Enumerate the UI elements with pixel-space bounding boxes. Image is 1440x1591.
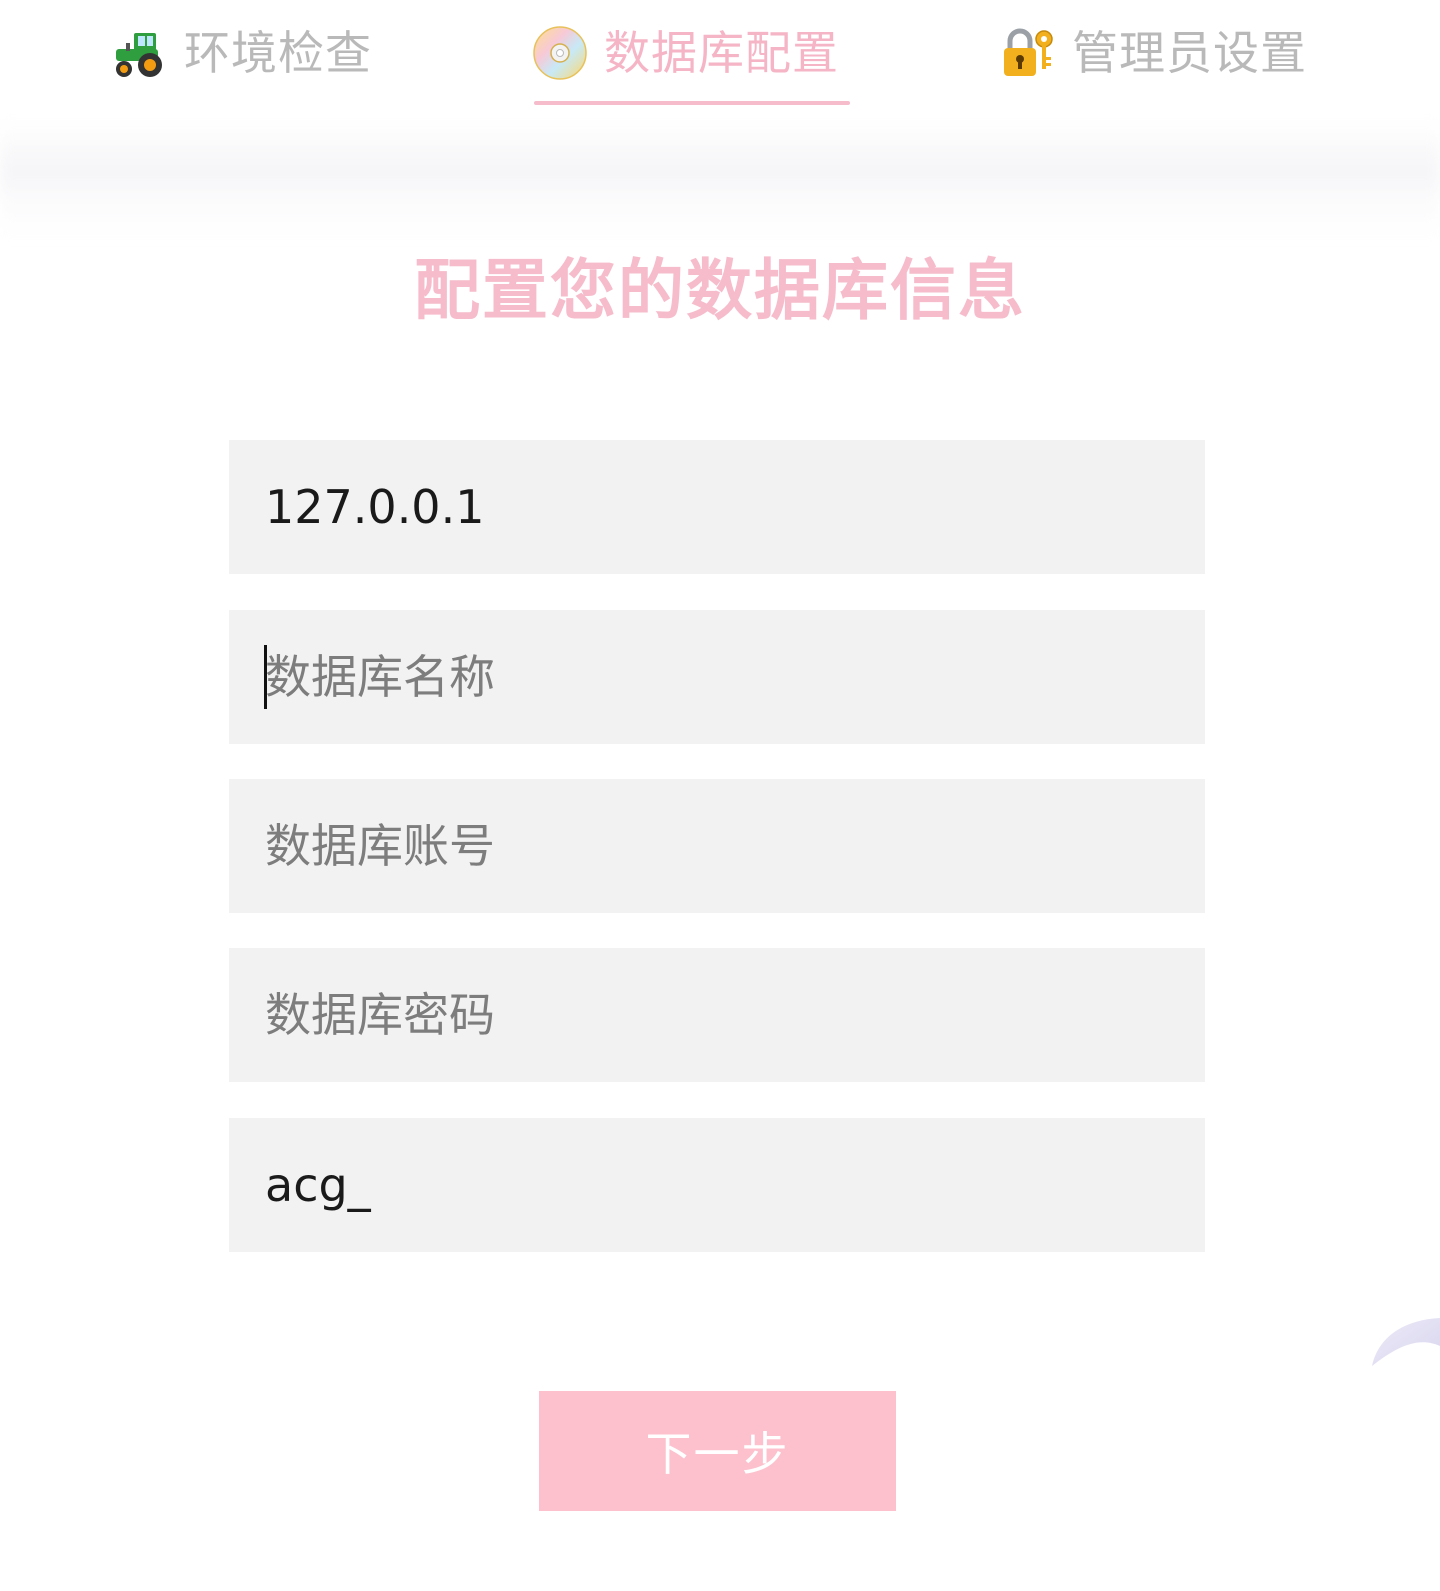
database-name-input[interactable] <box>229 610 1205 744</box>
lock-with-key-icon <box>1000 25 1056 81</box>
tab-label: 环境检查 <box>184 26 372 80</box>
active-tab-indicator <box>534 101 850 105</box>
step-tabs: 环境检查 数据库配置 管理员设置 <box>0 0 1440 110</box>
next-step-button[interactable]: 下一步 <box>539 1391 896 1511</box>
tractor-icon <box>112 25 168 81</box>
page-title: 配置您的数据库信息 <box>414 251 1026 329</box>
database-user-input[interactable] <box>229 779 1205 913</box>
tab-environment-check[interactable]: 环境检查 <box>112 20 372 86</box>
text-caret <box>264 645 267 709</box>
database-host-input[interactable] <box>229 440 1205 574</box>
decorative-bubble <box>1372 1318 1440 1366</box>
tab-label: 数据库配置 <box>604 26 839 80</box>
tab-admin-settings[interactable]: 管理员设置 <box>1000 20 1307 86</box>
tab-label: 管理员设置 <box>1072 26 1307 80</box>
table-prefix-input[interactable] <box>229 1118 1205 1252</box>
cd-disc-icon <box>532 25 588 81</box>
tab-database-config[interactable]: 数据库配置 <box>532 20 839 86</box>
header-shadow <box>0 118 1440 238</box>
database-password-input[interactable] <box>229 948 1205 1082</box>
